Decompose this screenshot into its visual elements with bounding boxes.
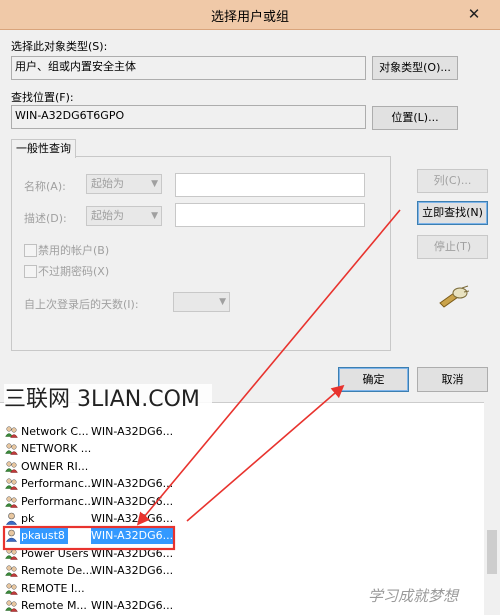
watermark-banner: 三联网 3LIAN.COM [4, 384, 212, 416]
description-label: 描述(D): [24, 212, 67, 225]
result-location: WIN-A32DG6... [91, 512, 174, 525]
list-item[interactable]: OWNER RI... [0, 458, 484, 475]
no-expire-password-checkbox[interactable] [24, 265, 37, 278]
results-scrollbar[interactable] [484, 402, 500, 615]
scrollbar-thumb[interactable] [487, 530, 497, 574]
result-name: REMOTE I... [21, 581, 85, 595]
group-icon [5, 565, 18, 577]
chevron-down-icon: ▼ [151, 179, 158, 189]
result-name: Performanc... [21, 494, 95, 508]
user-icon [5, 530, 18, 543]
no-expire-password-label: 不过期密码(X) [38, 265, 110, 278]
result-location: WIN-A32DG6... [91, 527, 174, 545]
list-item[interactable]: Performanc... WIN-A32DG6... [0, 475, 484, 492]
object-types-button[interactable]: 对象类型(O)... [372, 56, 458, 80]
title-bar: 选择用户或组 ✕ [0, 0, 500, 30]
columns-button[interactable]: 列(C)... [417, 169, 488, 193]
locations-button[interactable]: 位置(L)... [372, 106, 458, 130]
list-item[interactable]: pkaust8 WIN-A32DG6... [0, 527, 484, 545]
search-results-list[interactable]: Network C... WIN-A32DG6... NETWORK ... OWNE… [0, 402, 500, 616]
description-mode-select[interactable]: 起始为 ▼ [86, 206, 162, 226]
window-title: 选择用户或组 [210, 10, 289, 25]
name-mode-value: 起始为 [91, 177, 124, 190]
result-name: OWNER RI... [21, 459, 89, 473]
cancel-button[interactable]: 取消 [417, 367, 488, 392]
chevron-down-icon: ▼ [219, 297, 226, 307]
tab-common-queries[interactable]: 一般性查询 [11, 139, 76, 158]
disabled-accounts-label: 禁用的帐户(B) [38, 244, 110, 257]
result-name: Network C... [21, 425, 89, 438]
result-name: pkaust8 [20, 527, 68, 545]
description-mode-value: 起始为 [91, 209, 124, 222]
result-name: Power Users [21, 546, 89, 560]
group-icon [5, 426, 18, 438]
result-location: WIN-A32DG6... [91, 425, 174, 438]
location-label: 查找位置(F): [11, 91, 74, 104]
object-type-field: 用户、组或内置安全主体 [11, 56, 366, 80]
name-input[interactable] [175, 173, 365, 197]
result-name: Performanc... [21, 477, 95, 491]
result-location: WIN-A32DG6... [91, 546, 174, 560]
days-since-logon-label: 自上次登录后的天数(I): [24, 298, 139, 311]
list-item[interactable]: Remote De... WIN-A32DG6... [0, 562, 484, 579]
find-now-button[interactable]: 立即查找(N) [417, 201, 488, 225]
search-flashlight-icon [439, 285, 470, 308]
days-since-logon-select[interactable]: ▼ [173, 292, 230, 312]
close-button[interactable]: ✕ [454, 3, 494, 25]
list-item[interactable]: Power Users WIN-A32DG6... [0, 545, 484, 562]
result-location: WIN-A32DG6... [91, 494, 174, 508]
list-item[interactable]: Network C... WIN-A32DG6... [0, 423, 484, 440]
group-icon [5, 443, 18, 456]
result-name: pk [21, 512, 35, 525]
name-mode-select[interactable]: 起始为 ▼ [86, 174, 162, 194]
disabled-accounts-checkbox[interactable] [24, 244, 37, 257]
result-location: WIN-A32DG6... [91, 477, 174, 491]
object-type-label: 选择此对象类型(S): [11, 40, 108, 53]
group-icon [5, 548, 18, 560]
result-name: Remote De... [21, 564, 93, 578]
group-icon [5, 478, 18, 490]
location-field: WIN-A32DG6T6GPO [11, 105, 366, 129]
user-icon [5, 512, 18, 525]
group-icon [5, 583, 18, 595]
chevron-down-icon: ▼ [151, 211, 158, 221]
result-location: WIN-A32DG6... [91, 564, 174, 578]
result-location: WIN-A32DG6... [91, 599, 174, 612]
description-input[interactable] [175, 203, 365, 227]
group-icon [5, 496, 18, 508]
group-icon [5, 461, 18, 473]
group-icon [5, 600, 18, 612]
list-item[interactable]: NETWORK ... [0, 440, 484, 457]
result-name: NETWORK ... [21, 442, 92, 456]
corner-watermark: 学习成就梦想 [368, 587, 459, 605]
list-item[interactable]: pk WIN-A32DG6... [0, 510, 484, 527]
stop-button[interactable]: 停止(T) [417, 235, 488, 259]
result-name: Remote M... [21, 599, 87, 612]
name-label: 名称(A): [24, 180, 66, 193]
ok-button[interactable]: 确定 [338, 367, 409, 392]
list-item[interactable]: Performanc... WIN-A32DG6... [0, 493, 484, 510]
